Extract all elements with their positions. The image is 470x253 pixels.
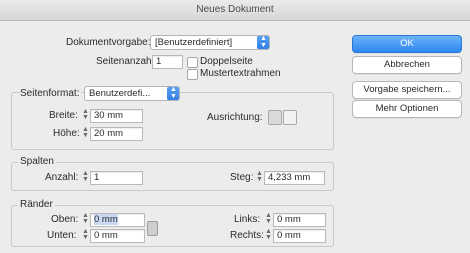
stepper-arrows-icon[interactable]: ▲ ▼ (82, 108, 89, 121)
stepper-arrows-icon[interactable]: ▲ ▼ (82, 228, 89, 241)
ok-button[interactable]: OK (352, 35, 462, 53)
preset-label: Dokumentvorgabe: (66, 37, 151, 48)
margin-bottom-label: Unten: (47, 230, 77, 241)
dropdown-arrows-icon: ▲ ▼ (257, 36, 269, 49)
page-size-select[interactable]: Benutzerdefi... ▲ ▼ (84, 86, 180, 101)
margin-left-field[interactable]: 0 mm (273, 213, 326, 227)
dropdown-arrows-icon: ▲ ▼ (167, 87, 179, 100)
window-title: Neues Dokument (0, 0, 470, 21)
width-label: Breite: (49, 110, 78, 121)
preset-select[interactable]: [Benutzerdefiniert] ▲ ▼ (150, 35, 270, 50)
margin-top-field[interactable]: 0 mm (90, 213, 145, 227)
master-text-frame-label: Mustertextrahmen (200, 68, 281, 79)
height-field[interactable]: 20 mm (90, 127, 143, 141)
preset-value: [Benutzerdefiniert] (155, 37, 233, 48)
stepper-arrows-icon[interactable]: ▲ ▼ (265, 212, 272, 225)
master-text-frame-checkbox[interactable] (187, 69, 198, 80)
stepper-arrows-icon[interactable]: ▲ ▼ (82, 170, 89, 183)
chain-link-icon[interactable] (147, 221, 158, 236)
more-options-button[interactable]: Mehr Optionen (352, 100, 462, 118)
page-size-label: Seitenformat: (20, 88, 82, 99)
new-document-dialog: Neues Dokument Dokumentvorgabe: [Benutze… (0, 0, 470, 253)
portrait-orientation-icon[interactable] (268, 110, 282, 125)
stepper-arrows-icon[interactable]: ▲ ▼ (82, 212, 89, 225)
page-size-value: Benutzerdefi... (89, 88, 151, 99)
height-label: Höhe: (53, 128, 80, 139)
page-count-field[interactable]: 1 (152, 55, 183, 69)
gutter-field[interactable]: 4,233 mm (264, 171, 325, 185)
columns-title: Spalten (18, 156, 56, 167)
columns-count-field[interactable]: 1 (90, 171, 143, 185)
stepper-arrows-icon[interactable]: ▲ ▼ (82, 126, 89, 139)
stepper-arrows-icon[interactable]: ▲ ▼ (256, 170, 263, 183)
margin-right-field[interactable]: 0 mm (273, 229, 326, 243)
save-preset-button[interactable]: Vorgabe speichern... (352, 81, 462, 99)
margins-title: Ränder (18, 199, 55, 210)
columns-count-label: Anzahl: (45, 172, 79, 183)
orientation-label: Ausrichtung: (207, 112, 263, 123)
margin-top-value: 0 mm (94, 214, 118, 225)
facing-pages-checkbox[interactable] (187, 57, 198, 68)
landscape-orientation-icon[interactable] (283, 110, 297, 125)
gutter-label: Steg: (230, 172, 254, 183)
margin-bottom-field[interactable]: 0 mm (90, 229, 145, 243)
margin-right-label: Rechts: (230, 230, 264, 241)
width-field[interactable]: 30 mm (90, 109, 143, 123)
cancel-button[interactable]: Abbrechen (352, 56, 462, 74)
facing-pages-label: Doppelseite (200, 56, 253, 67)
page-count-label: Seitenanzahl: (96, 56, 157, 67)
margin-top-label: Oben: (51, 214, 79, 225)
stepper-arrows-icon[interactable]: ▲ ▼ (265, 228, 272, 241)
margin-left-label: Links: (234, 214, 261, 225)
